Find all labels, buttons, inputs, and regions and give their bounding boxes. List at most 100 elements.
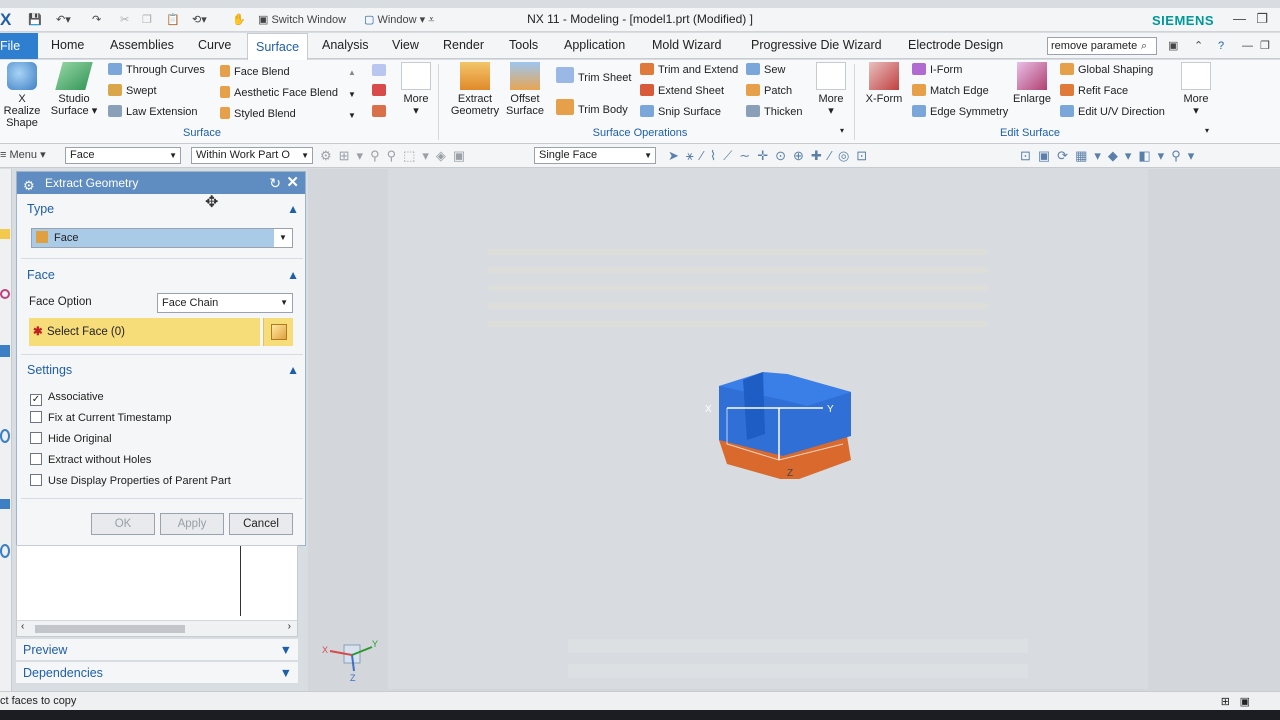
status-icon[interactable]: ⊞: [1221, 693, 1230, 711]
styled-blend-button[interactable]: Styled Blend: [220, 105, 296, 123]
x-realize-shape-button[interactable]: X Realize Shape: [0, 62, 44, 129]
tab-tools[interactable]: Tools: [509, 38, 538, 52]
use-display-properties-checkbox[interactable]: Use Display Properties of Parent Part: [30, 474, 231, 490]
group-expand-icon[interactable]: ▾: [1205, 122, 1209, 140]
type-section-header[interactable]: Type ▲: [21, 202, 303, 216]
associative-checkbox[interactable]: ✓ Associative: [30, 390, 104, 406]
fix-at-current-timestamp-checkbox[interactable]: Fix at Current Timestamp: [30, 411, 171, 427]
ribbon-options-icon[interactable]: ▣: [1168, 38, 1178, 54]
match-edge-button[interactable]: Match Edge: [912, 82, 989, 100]
select-face-cube-icon[interactable]: [263, 318, 293, 346]
tab-file[interactable]: File: [0, 33, 38, 59]
chevron-up-icon[interactable]: ▲: [287, 363, 299, 377]
resource-bar[interactable]: [0, 169, 12, 691]
tab-assemblies[interactable]: Assemblies: [110, 38, 174, 52]
refit-face-button[interactable]: Refit Face: [1060, 82, 1128, 100]
snap-point-icons[interactable]: ➤⚹∕⌇⟋∼✛⊙⊕✚∕◎⊡: [668, 148, 874, 164]
type-filter-select[interactable]: Face ▼: [65, 147, 181, 164]
through-curves-button[interactable]: Through Curves: [108, 61, 205, 79]
collapse-ribbon-icon[interactable]: ⌃: [1194, 38, 1203, 54]
graphics-viewport[interactable]: X Y Z Y X Z: [308, 169, 1280, 691]
law-extension-button[interactable]: Law Extension: [108, 103, 198, 121]
face-blend-button[interactable]: Face Blend: [220, 63, 290, 81]
scroll-left-icon[interactable]: ‹: [21, 621, 24, 632]
more-edit-surface-button[interactable]: More ▾: [1178, 62, 1214, 117]
doc-minimize-icon[interactable]: —: [1242, 38, 1253, 54]
resource-bar-icon[interactable]: [0, 289, 10, 299]
scroll-right-icon[interactable]: ›: [288, 621, 291, 632]
gallery-scroll-up-icon[interactable]: ▲: [348, 64, 356, 82]
extracted-solid-model[interactable]: X Y Z: [703, 364, 863, 479]
chevron-down-icon[interactable]: ▼: [280, 662, 292, 684]
trim-and-extend-button[interactable]: Trim and Extend: [640, 61, 738, 79]
extract-without-holes-checkbox[interactable]: Extract without Holes: [30, 453, 151, 469]
edge-blend-icon[interactable]: [372, 82, 390, 100]
type-select[interactable]: Face ▼: [31, 228, 293, 248]
dialog-title-bar[interactable]: ⚙ Extract Geometry ↻ ✕: [17, 172, 305, 194]
menu-button[interactable]: ≡ Menu ▾: [0, 147, 46, 163]
restore-button[interactable]: ❐: [1256, 11, 1268, 27]
search-icon[interactable]: ⌕: [1141, 38, 1147, 54]
chevron-down-icon[interactable]: ▼: [280, 639, 292, 661]
minimize-button[interactable]: —: [1233, 11, 1246, 26]
snip-surface-button[interactable]: Snip Surface: [640, 103, 721, 121]
doc-restore-icon[interactable]: ❐: [1260, 38, 1270, 54]
face-rule-select[interactable]: Single Face ▼: [534, 147, 656, 164]
part-navigator-panel[interactable]: ‹ ›: [16, 545, 298, 637]
tab-render[interactable]: Render: [443, 38, 484, 52]
extend-sheet-button[interactable]: Extend Sheet: [640, 82, 724, 100]
resource-bar-icon[interactable]: [0, 345, 10, 357]
ok-button[interactable]: OK: [91, 513, 155, 535]
more-surface-button[interactable]: More ▾: [398, 62, 434, 117]
tab-electrode-design[interactable]: Electrode Design: [908, 38, 1003, 52]
studio-surface-button[interactable]: Studio Surface ▾: [50, 62, 98, 117]
close-icon[interactable]: ✕: [286, 172, 299, 194]
group-expand-icon[interactable]: ▾: [840, 122, 844, 140]
i-form-button[interactable]: I-Form: [912, 61, 962, 79]
more-surface-operations-button[interactable]: More ▾: [814, 62, 848, 117]
edit-uv-direction-button[interactable]: Edit U/V Direction: [1060, 103, 1165, 121]
tab-curve[interactable]: Curve: [198, 38, 231, 52]
tab-home[interactable]: Home: [51, 38, 84, 52]
tab-progressive-die-wizard[interactable]: Progressive Die Wizard: [751, 38, 882, 52]
face-section-header[interactable]: Face ▲: [21, 268, 303, 282]
dependencies-panel-header[interactable]: Dependencies ▼: [16, 662, 298, 684]
thicken-button[interactable]: Thicken: [746, 103, 803, 121]
settings-section-header[interactable]: Settings ▲: [21, 363, 303, 377]
preview-panel-header[interactable]: Preview ▼: [16, 639, 298, 661]
extract-geometry-button[interactable]: Extract Geometry: [450, 62, 500, 117]
tab-surface[interactable]: Surface: [247, 33, 309, 60]
reset-icon[interactable]: ↻: [269, 172, 281, 194]
selection-scope-select[interactable]: Within Work Part O ▼: [191, 147, 313, 164]
cancel-button[interactable]: Cancel: [229, 513, 293, 535]
aesthetic-face-blend-button[interactable]: Aesthetic Face Blend: [220, 84, 338, 102]
bridge-icon[interactable]: [372, 103, 390, 121]
trim-body-button[interactable]: Trim Body: [556, 99, 628, 117]
select-face-row[interactable]: ✱ Select Face (0): [29, 318, 260, 346]
offset-surface-button[interactable]: Offset Surface: [504, 62, 546, 117]
chevron-up-icon[interactable]: ▲: [287, 268, 299, 282]
view-tool-icons[interactable]: ⊡▣⟳▦▾◆▾◧▾⚲▾: [1020, 148, 1201, 164]
face-option-select[interactable]: Face Chain ▼: [157, 293, 293, 313]
tab-application[interactable]: Application: [564, 38, 625, 52]
tab-analysis[interactable]: Analysis: [322, 38, 369, 52]
status-icon[interactable]: ▣: [1240, 693, 1250, 711]
scrollbar-thumb[interactable]: [35, 625, 185, 633]
resource-bar-icon[interactable]: [0, 429, 10, 443]
apply-button[interactable]: Apply: [160, 513, 224, 535]
enlarge-button[interactable]: Enlarge: [1010, 62, 1054, 105]
tab-view[interactable]: View: [392, 38, 419, 52]
resource-bar-icon[interactable]: [0, 544, 10, 558]
sew-button[interactable]: Sew: [746, 61, 785, 79]
global-shaping-button[interactable]: Global Shaping: [1060, 61, 1153, 79]
gallery-scroll-down-icon[interactable]: ▼: [348, 86, 356, 104]
hide-original-checkbox[interactable]: Hide Original: [30, 432, 112, 448]
gallery-expand-icon[interactable]: ▼: [348, 107, 356, 125]
chevron-up-icon[interactable]: ▲: [287, 202, 299, 216]
trim-sheet-button[interactable]: Trim Sheet: [556, 67, 631, 85]
patch-button[interactable]: Patch: [746, 82, 792, 100]
sheet-icon[interactable]: [372, 62, 390, 80]
gear-icon[interactable]: ⚙: [23, 175, 35, 197]
x-form-button[interactable]: X-Form: [862, 62, 906, 105]
resource-bar-icon[interactable]: [0, 229, 10, 239]
